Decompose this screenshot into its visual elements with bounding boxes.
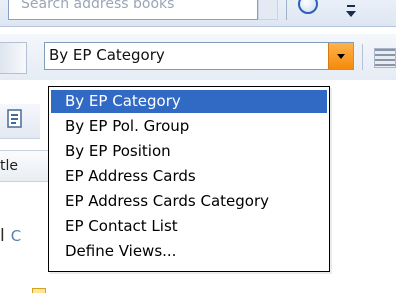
dropdown-option[interactable]: By EP Pol. Group xyxy=(51,115,327,138)
toolbar-overflow-icon[interactable] xyxy=(344,4,358,20)
outlook-window: Search address books By EP Category tle … xyxy=(0,0,396,293)
background-text: lC xyxy=(0,226,21,246)
column-header-label: tle xyxy=(0,158,18,174)
dropdown-option[interactable]: EP Address Cards Category xyxy=(51,190,327,213)
dropdown-option[interactable]: Define Views... xyxy=(51,240,327,263)
help-icon[interactable] xyxy=(298,0,318,14)
search-bar: Search address books xyxy=(0,0,396,27)
search-button[interactable] xyxy=(258,0,278,20)
folder-icon xyxy=(32,288,46,293)
dropdown-option[interactable]: EP Contact List xyxy=(51,215,327,238)
column-header[interactable]: tle xyxy=(0,150,48,182)
current-view-value: By EP Category xyxy=(49,46,165,64)
dropdown-arrow-icon[interactable] xyxy=(328,43,353,69)
toolbar-separator xyxy=(286,0,287,20)
view-toolbar: By EP Category xyxy=(0,34,396,80)
background-text-fragment: l xyxy=(0,226,5,246)
dropdown-option[interactable]: EP Address Cards xyxy=(51,165,327,188)
list-view-icon[interactable] xyxy=(374,48,396,68)
search-placeholder: Search address books xyxy=(21,0,175,12)
dropdown-option[interactable]: By EP Position xyxy=(51,140,327,163)
toolbar-separator xyxy=(362,44,363,70)
dropdown-option[interactable]: By EP Category xyxy=(51,90,327,113)
search-input[interactable]: Search address books xyxy=(8,0,258,20)
document-icon[interactable] xyxy=(6,108,24,130)
toolbar-button[interactable] xyxy=(0,42,27,74)
background-text-fragment-2: C xyxy=(10,227,22,245)
current-view-combo[interactable]: By EP Category xyxy=(44,42,354,70)
view-dropdown-list: By EP Category By EP Pol. Group By EP Po… xyxy=(48,86,330,272)
